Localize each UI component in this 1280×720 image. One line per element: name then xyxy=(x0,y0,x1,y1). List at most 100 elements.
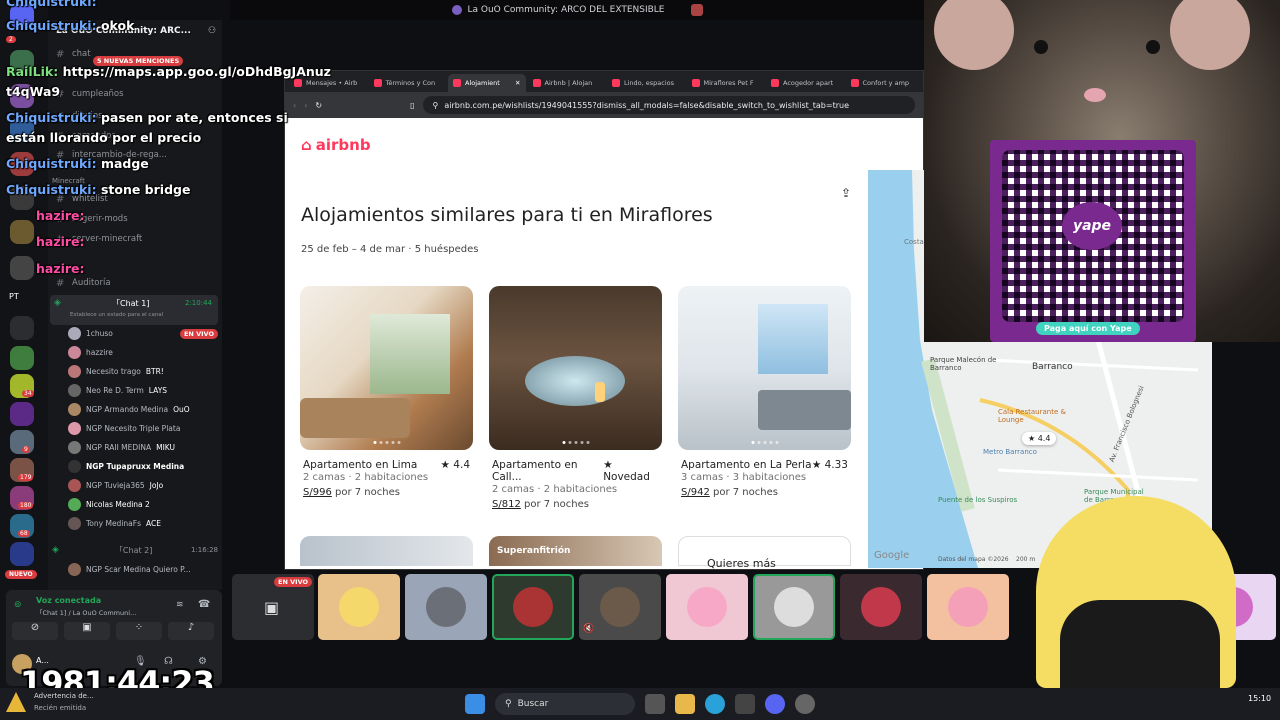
taskbar-search[interactable]: ⚲ Buscar xyxy=(495,693,635,715)
map-price-marker[interactable]: ★ 4.4 xyxy=(1022,432,1057,445)
voice-user[interactable]: NGP Scar Medina Quiero P... xyxy=(68,561,218,578)
rail-badge: 68 xyxy=(18,530,30,537)
server-icon[interactable] xyxy=(10,220,34,244)
voice-channel-chat1[interactable]: ◈ 「Chat 1] 2:10:44 Establece un estado p… xyxy=(50,295,218,325)
more-card[interactable]: Quieres más xyxy=(678,536,851,570)
chat-message: Chiquistruki: stone bridge xyxy=(6,182,191,197)
listing-card[interactable]: Apartamento en Lima ★ 4.4 2 camas · 2 hab… xyxy=(300,286,473,498)
voice-user[interactable]: NGP Necesito Triple Plata xyxy=(68,420,218,437)
bookmark-icon[interactable]: ▯ xyxy=(410,101,414,110)
browser-tab[interactable]: Miraflores Pet F xyxy=(687,74,765,92)
airbnb-logo[interactable]: ⌂ airbnb xyxy=(301,136,371,154)
stream-tile[interactable] xyxy=(666,574,748,640)
add-member-icon[interactable]: ⚇ xyxy=(208,26,216,36)
stream-tile[interactable] xyxy=(840,574,922,640)
url-input[interactable]: ⚲ airbnb.com.pe/wishlists/1949041555?dism… xyxy=(422,96,915,114)
app-icon[interactable] xyxy=(735,694,755,714)
voice-icon: ◈ xyxy=(52,545,59,555)
voice-user[interactable]: 1chuso EN VIVO xyxy=(68,325,218,342)
disconnect-icon[interactable]: ☎ xyxy=(198,599,210,610)
server-icon[interactable] xyxy=(10,346,34,370)
stream-tile[interactable]: ▣ EN VIVO xyxy=(232,574,314,640)
voice-connected-channel[interactable]: 「Chat 1] / La OuO Communi... xyxy=(36,607,136,617)
voice-channel-time: 2:10:44 xyxy=(185,299,212,307)
obs-icon[interactable] xyxy=(795,694,815,714)
map-scale: 200 m xyxy=(1016,556,1036,563)
listing-photo[interactable] xyxy=(300,536,473,566)
listing-price: S/812 por 7 noches xyxy=(492,499,589,510)
edge-icon[interactable] xyxy=(705,694,725,714)
voice-user[interactable]: NGP Armando Medina OuO xyxy=(68,401,218,418)
voice-channel-time: 1:16:28 xyxy=(191,546,218,554)
browser-tab[interactable]: Acogedor apart xyxy=(766,74,844,92)
voice-user[interactable]: Nicolas Medina 2 xyxy=(68,496,218,513)
rat-ear xyxy=(934,0,1014,70)
tab-strip: Mensajes • Airb Términos y Con Alojamien… xyxy=(285,71,923,92)
windows-start-icon[interactable] xyxy=(465,694,485,714)
listing-photo[interactable] xyxy=(678,286,851,450)
camera-off-button[interactable]: ⊘ xyxy=(12,622,58,640)
more-card-text: Quieres más xyxy=(707,557,776,570)
stream-tile[interactable] xyxy=(405,574,487,640)
file-explorer-icon[interactable] xyxy=(675,694,695,714)
noise-icon[interactable]: ≋ xyxy=(176,600,184,610)
server-icon[interactable] xyxy=(10,402,34,426)
reload-icon[interactable]: ↻ xyxy=(315,101,322,110)
forward-icon[interactable]: › xyxy=(304,101,307,110)
page-title: Alojamientos similares para ti en Mirafl… xyxy=(301,204,713,226)
channel-item[interactable]: # chat xyxy=(56,46,216,62)
listing-details: 3 camas · 3 habitaciones xyxy=(681,472,807,483)
close-icon[interactable]: ✕ xyxy=(515,79,520,87)
browser-tab[interactable]: Lindo, espacios xyxy=(607,74,685,92)
voice-user[interactable]: hazzire xyxy=(68,344,218,361)
soundboard-button[interactable]: ♪ xyxy=(168,622,214,640)
listing-photo[interactable]: Superanfitrión xyxy=(489,536,662,566)
voice-user[interactable]: Neo Re D. Term LAYS xyxy=(68,382,218,399)
share-icon[interactable]: ⇪ xyxy=(841,186,851,200)
activities-button[interactable]: ⁘ xyxy=(116,622,162,640)
voice-user[interactable]: Necesito trago BTR! xyxy=(68,363,218,380)
screen-share-button[interactable]: ▣ xyxy=(64,622,110,640)
listing-photo[interactable] xyxy=(300,286,473,450)
stream-tile[interactable] xyxy=(927,574,1009,640)
site-info-icon[interactable]: ⚲ xyxy=(433,101,439,110)
signal-icon[interactable]: ⊚ xyxy=(14,600,22,610)
voice-user[interactable]: NGP Tuvieja365 JoJo xyxy=(68,477,218,494)
rat-eye xyxy=(1146,40,1160,54)
back-icon[interactable]: ‹ xyxy=(293,101,296,110)
chat-message: hazire: xyxy=(36,234,85,249)
listing-details: 2 camas · 2 habitaciones xyxy=(492,484,618,495)
voice-channel-chat2[interactable]: ◈ 「Chat 2] 1:16:28 xyxy=(52,542,218,558)
browser-tab[interactable]: Términos y Con xyxy=(369,74,447,92)
airbnb-tab-icon xyxy=(850,79,859,87)
task-view-icon[interactable] xyxy=(645,694,665,714)
voice-user[interactable]: Tony MedinaFs ACE xyxy=(68,515,218,532)
server-icon[interactable] xyxy=(10,542,34,566)
listing-card[interactable]: Apartamento en Call... ★ Novedad 2 camas … xyxy=(489,286,662,510)
stream-tile[interactable]: 🔇 xyxy=(579,574,661,640)
browser-tab[interactable]: Confort y amp xyxy=(846,74,924,92)
stream-tile[interactable] xyxy=(318,574,400,640)
server-icon[interactable] xyxy=(10,256,34,280)
rail-badge: 179 xyxy=(18,474,34,481)
live-badge: EN VIVO xyxy=(179,328,218,339)
browser-tab[interactable]: Airbnb | Alojan xyxy=(528,74,606,92)
channel-item[interactable]: # cumpleaños xyxy=(56,86,216,102)
discover-icon[interactable] xyxy=(10,316,34,340)
stream-tile[interactable] xyxy=(753,574,835,640)
listing-card[interactable]: Apartamento en La Perla ★ 4.33 3 camas · … xyxy=(678,286,851,498)
airbnb-tab-icon xyxy=(294,79,302,87)
rail-badge: 180 xyxy=(18,502,34,509)
discord-icon[interactable] xyxy=(765,694,785,714)
listing-title: Apartamento en Call... xyxy=(492,459,578,483)
voice-user[interactable]: NGP Tupapruxx Medina xyxy=(68,458,218,475)
channel-item[interactable]: # Auditoría xyxy=(56,275,216,291)
voice-user[interactable]: NGP RAII MEDINA MIKU xyxy=(68,439,218,456)
map-label: Metro Barranco xyxy=(983,448,1037,456)
stream-tile[interactable] xyxy=(492,574,574,640)
map-label: Parque Malecón de Barranco xyxy=(930,356,997,372)
voice-channel-status[interactable]: Establece un estado para el canal xyxy=(70,312,163,318)
chat-message: hazire: xyxy=(36,261,85,276)
listing-photo[interactable] xyxy=(489,286,662,450)
browser-tab-active[interactable]: Alojamient ✕ xyxy=(448,74,526,92)
